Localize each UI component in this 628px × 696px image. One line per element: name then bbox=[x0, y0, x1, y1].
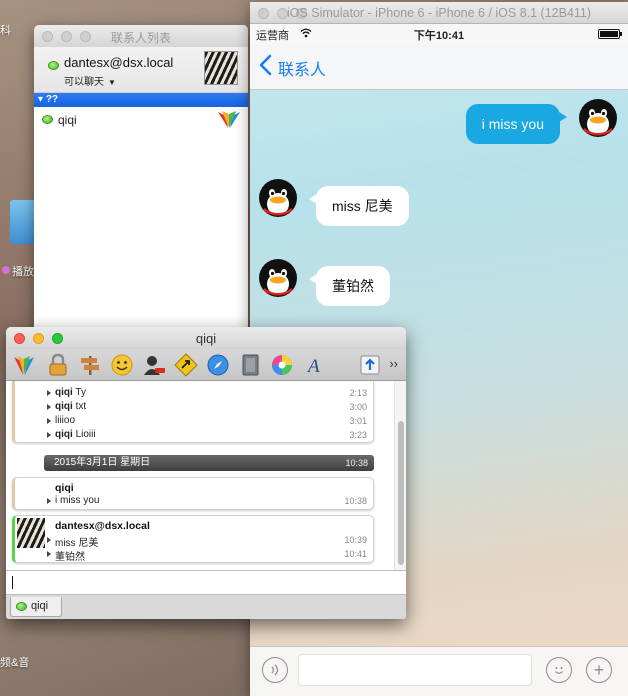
signpost-icon[interactable] bbox=[78, 353, 102, 377]
message-time: 2:13 bbox=[349, 388, 367, 398]
lock-icon[interactable] bbox=[46, 353, 70, 377]
qq-penguin-icon[interactable] bbox=[258, 178, 298, 218]
tab-bar: qiqi bbox=[6, 595, 406, 619]
tab-label: qiqi bbox=[31, 600, 49, 612]
chevron-down-icon: ▼ bbox=[108, 78, 116, 87]
account-panel: dantesx@dsx.local 可以聊天 ▼ bbox=[34, 47, 248, 93]
toolbar-overflow-button[interactable]: ›› bbox=[389, 356, 398, 371]
account-name[interactable]: dantesx@dsx.local bbox=[64, 55, 173, 70]
chat-title: qiqi bbox=[195, 331, 217, 346]
smiley-icon[interactable] bbox=[110, 353, 134, 377]
plus-icon: + bbox=[593, 660, 605, 680]
chat-transcript[interactable]: qiqi Ty 2:13 qiqi txt 3:00 liiioo 3:01 q… bbox=[6, 381, 406, 571]
message-text: miss 尼美 bbox=[47, 534, 98, 549]
available-status-icon bbox=[42, 115, 53, 124]
share-icon[interactable] bbox=[358, 353, 382, 377]
list-item: qiqi Ty bbox=[47, 387, 86, 400]
adium-logo-icon bbox=[218, 111, 240, 128]
message-row: 董铂然 bbox=[250, 258, 628, 306]
message-time: 3:00 bbox=[349, 402, 367, 412]
group-name: ?? bbox=[45, 94, 59, 105]
scroll-thumb[interactable] bbox=[398, 421, 404, 565]
voice-button[interactable] bbox=[262, 657, 288, 683]
contacts-window: 联系人列表 dantesx@dsx.local 可以聊天 ▼ ▾ ?? qiqi bbox=[34, 25, 248, 345]
simulator-titlebar: iOS Simulator - iPhone 6 - iPhone 6 / iO… bbox=[250, 2, 628, 24]
emoji-button[interactable] bbox=[546, 657, 572, 683]
outgoing-message-block: dantesx@dsx.local miss 尼美 10:39 董铂然 10:4… bbox=[12, 515, 374, 563]
list-item: liiioo bbox=[47, 415, 75, 428]
chat-titlebar: qiqi bbox=[6, 327, 406, 349]
message-input[interactable] bbox=[298, 654, 532, 686]
adium-logo-icon[interactable] bbox=[12, 353, 36, 377]
message-time: 10:38 bbox=[344, 496, 367, 506]
message-time: 10:39 bbox=[344, 535, 367, 545]
tag-dot-icon bbox=[2, 266, 10, 274]
back-button[interactable]: 联系人 bbox=[278, 56, 326, 80]
simulator-title: iOS Simulator - iPhone 6 - iPhone 6 / iO… bbox=[286, 6, 592, 20]
message-time: 10:38 bbox=[345, 458, 368, 468]
desktop-label-bottom: 频&音 bbox=[0, 657, 30, 669]
date-separator: 2015年3月1日 星期日 10:38 bbox=[44, 455, 374, 471]
scrollbar[interactable] bbox=[394, 381, 406, 570]
message-sender: dantesx@dsx.local bbox=[55, 520, 150, 532]
status-menu[interactable]: 可以聊天 ▼ bbox=[64, 73, 116, 88]
message-text: 董铂然 bbox=[47, 548, 85, 563]
history-message-block: qiqi Ty 2:13 qiqi txt 3:00 liiioo 3:01 q… bbox=[12, 381, 374, 443]
available-status-icon bbox=[16, 602, 27, 611]
back-chevron-icon[interactable] bbox=[258, 54, 272, 76]
message-sender: qiqi bbox=[55, 482, 74, 494]
send-file-icon[interactable] bbox=[174, 353, 198, 377]
smiley-icon bbox=[555, 667, 563, 674]
incoming-message-bubble[interactable]: miss 尼美 bbox=[309, 186, 409, 226]
outgoing-message-bubble[interactable]: i miss you bbox=[465, 104, 568, 144]
contacts-title: 联系人列表 bbox=[110, 31, 171, 45]
font-icon[interactable]: A bbox=[302, 353, 326, 377]
message-row: miss 尼美 bbox=[250, 178, 628, 226]
qq-penguin-icon[interactable] bbox=[578, 98, 618, 138]
avatar[interactable] bbox=[204, 51, 238, 85]
incoming-message-block: qiqi i miss you 10:38 bbox=[12, 477, 374, 510]
chat-toolbar: A ›› bbox=[6, 349, 406, 381]
message-row: i miss you bbox=[250, 98, 628, 146]
text-caret bbox=[12, 576, 13, 589]
contact-group-header[interactable]: ▾ ?? bbox=[34, 93, 248, 107]
desktop-label-mid: 播放 bbox=[12, 266, 34, 278]
message-time: 3:01 bbox=[349, 416, 367, 426]
svg-text:A: A bbox=[306, 356, 320, 377]
status-bar: 运营商 下午10:41 bbox=[250, 24, 628, 44]
add-button[interactable]: + bbox=[586, 657, 612, 683]
compass-icon[interactable] bbox=[206, 353, 230, 377]
date-label: 2015年3月1日 星期日 bbox=[54, 457, 151, 468]
message-time: 3:23 bbox=[349, 430, 367, 440]
message-text: i miss you bbox=[47, 495, 99, 508]
desktop-label-top: 科 bbox=[0, 25, 11, 37]
nav-bar: 联系人 bbox=[250, 44, 628, 90]
voice-icon bbox=[271, 664, 279, 676]
folder-icon[interactable] bbox=[10, 200, 36, 244]
chat-input[interactable] bbox=[6, 571, 406, 595]
contacts-titlebar: 联系人列表 bbox=[34, 25, 248, 47]
contact-row-qiqi[interactable]: qiqi bbox=[34, 107, 248, 133]
address-book-icon[interactable] bbox=[238, 353, 262, 377]
list-item: qiqi Lioiii bbox=[47, 429, 96, 442]
block-user-icon[interactable] bbox=[142, 353, 166, 377]
list-item: qiqi txt bbox=[47, 401, 86, 414]
status-label: 可以聊天 bbox=[64, 77, 104, 88]
message-time: 10:41 bbox=[344, 549, 367, 559]
incoming-message-bubble[interactable]: 董铂然 bbox=[309, 266, 390, 306]
color-wheel-icon[interactable] bbox=[270, 353, 294, 377]
qq-penguin-icon[interactable] bbox=[258, 258, 298, 298]
input-toolbar: + bbox=[250, 646, 628, 696]
contact-name: qiqi bbox=[58, 113, 77, 127]
tab-qiqi[interactable]: qiqi bbox=[10, 597, 62, 617]
available-status-icon bbox=[48, 61, 59, 70]
avatar bbox=[17, 518, 45, 548]
chat-window: qiqi A ›› qiqi Ty 2:13 qiqi txt 3:00 lii… bbox=[6, 327, 406, 619]
clock: 下午10:41 bbox=[413, 30, 465, 42]
battery-icon bbox=[598, 29, 622, 39]
